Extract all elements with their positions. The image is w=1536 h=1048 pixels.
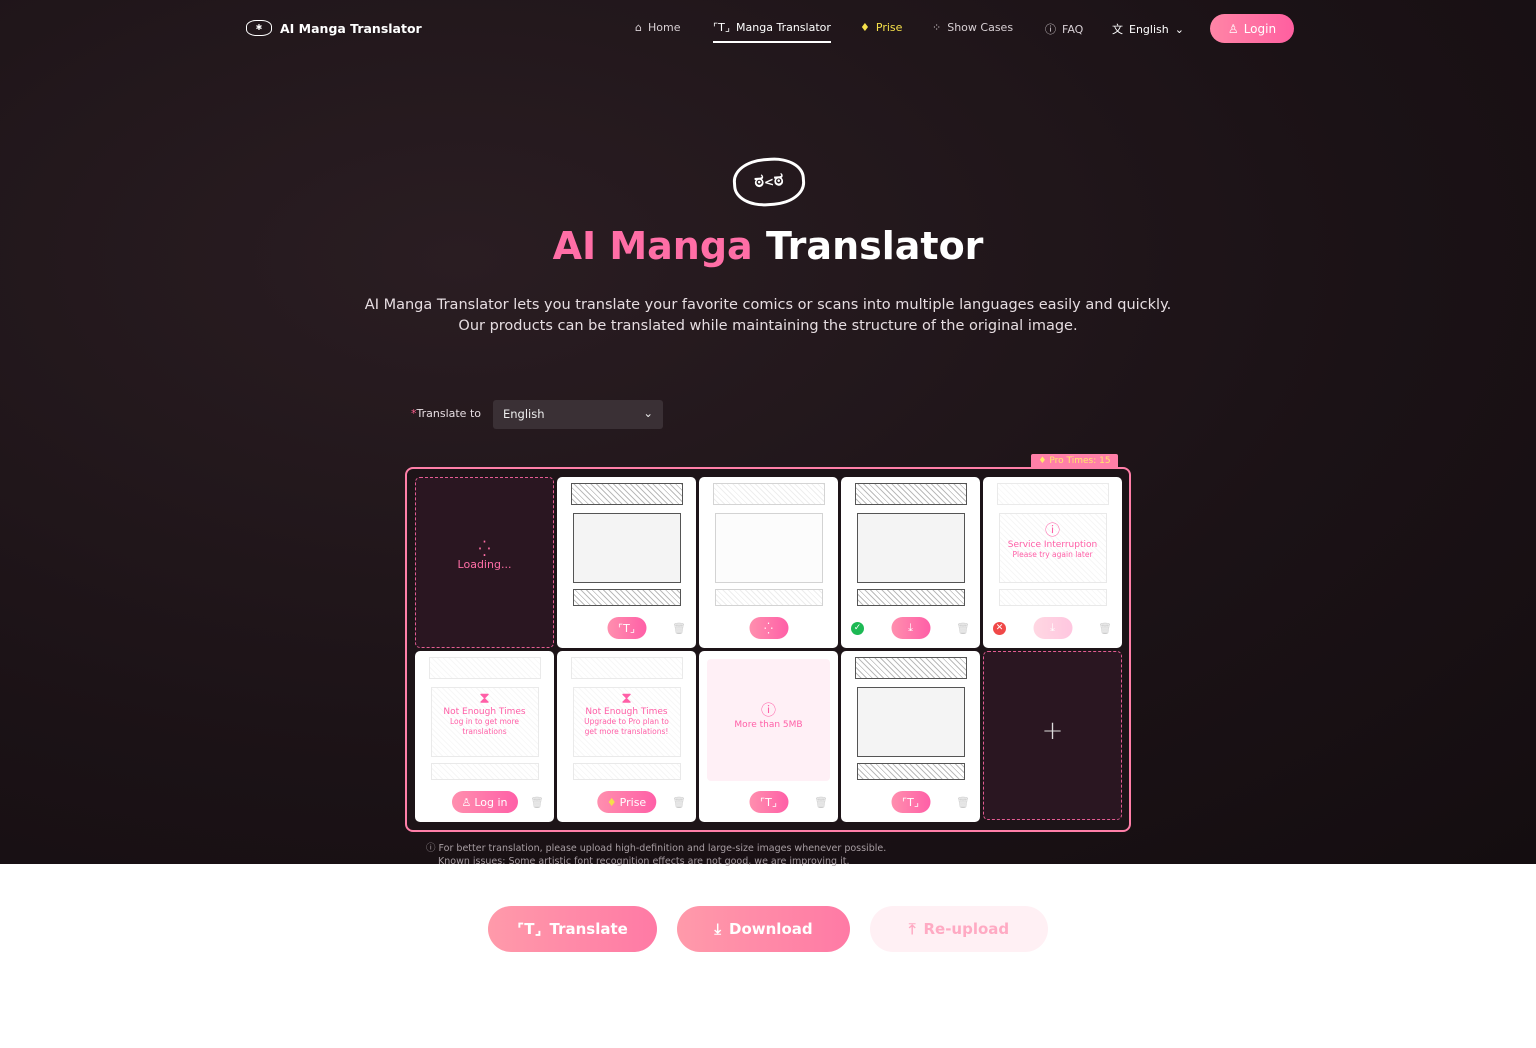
brand-logo[interactable]: ✱ AI Manga Translator xyxy=(246,20,422,36)
label: Translate xyxy=(549,920,628,938)
hourglass-icon: ⧗ xyxy=(621,689,632,707)
plus-icon: + xyxy=(1041,716,1064,746)
nav-show-cases[interactable]: ⁘ Show Cases xyxy=(932,21,1013,34)
loading-text: Loading... xyxy=(457,558,512,571)
trash-icon[interactable]: 🗑 xyxy=(814,796,828,809)
download-button[interactable]: ⤓ Download xyxy=(677,906,850,952)
alert-icon: ⓘ xyxy=(760,701,776,719)
nav-manga-translator[interactable]: ⌜T⌟ Manga Translator xyxy=(713,21,831,43)
manga-thumbnail xyxy=(855,657,967,780)
translate-scan-icon: ⌜T⌟ xyxy=(517,920,542,938)
nav-label: FAQ xyxy=(1062,22,1084,36)
warning-subtitle: Log in to get more translations xyxy=(449,717,520,736)
card-translating: ⁛ xyxy=(699,477,838,648)
trash-icon[interactable]: 🗑 xyxy=(530,796,544,809)
logo-icon: ✱ xyxy=(246,20,272,36)
trash-icon[interactable]: 🗑 xyxy=(956,796,970,809)
success-icon: ✓ xyxy=(851,622,864,635)
card-login-button[interactable]: ♙ Log in xyxy=(451,791,518,813)
download-card-button[interactable]: ⤓ xyxy=(891,617,930,639)
card-not-enough-login: ⧗ Not Enough Times Log in to get more tran… xyxy=(415,651,554,822)
card-too-large: ⓘ More than 5MB ⌜T⌟ 🗑 xyxy=(699,651,838,822)
trash-icon[interactable]: 🗑 xyxy=(672,622,686,635)
alert-icon: ⓘ xyxy=(1044,521,1060,539)
error-title: Service Interruption xyxy=(1007,540,1098,550)
nav-label: Home xyxy=(647,21,681,34)
card-not-enough-pro: ⧗ Not Enough Times Upgrade to Pro plan to … xyxy=(557,651,696,822)
translate-button[interactable]: ⌜T⌟ Translate xyxy=(488,906,657,952)
manga-thumbnail xyxy=(855,483,967,606)
diamond-icon: ♦ xyxy=(860,21,870,34)
label: Log in xyxy=(474,795,508,809)
card-ready: ⌜T⌟ 🗑 xyxy=(557,477,696,648)
user-icon: ♙ xyxy=(461,795,472,809)
card-loading: ⁛ Loading... xyxy=(415,477,554,648)
login-label: Login xyxy=(1243,21,1277,36)
warning-subtitle: Upgrade to Pro plan to get more translat… xyxy=(584,717,669,736)
language-selector[interactable]: 文 English ⌄ xyxy=(1112,21,1184,37)
home-icon: ⌂ xyxy=(635,21,642,34)
download-card-button-disabled: ⤓ xyxy=(1033,617,1072,639)
reupload-button[interactable]: ⤒ Re-upload xyxy=(870,906,1048,952)
spinner-icon: ⁛ xyxy=(478,540,491,558)
pro-times-badge: ♦ Pro Times: 15 xyxy=(1031,454,1118,468)
label: Download xyxy=(729,920,813,938)
trash-icon[interactable]: 🗑 xyxy=(1098,622,1112,635)
chevron-down-icon: ⌄ xyxy=(1174,22,1184,36)
chevron-down-icon: ⌄ xyxy=(643,406,653,420)
add-image-button[interactable]: + xyxy=(983,651,1122,820)
sparkle-icon: ⁘ xyxy=(932,21,942,34)
manga-thumbnail xyxy=(571,483,683,606)
warning-title: Not Enough Times xyxy=(443,707,526,717)
download-icon: ⤓ xyxy=(714,920,722,938)
user-icon: ♙ xyxy=(1227,21,1239,36)
upload-grid: ⁛ Loading... ⌜T⌟ 🗑 ⁛ ✓ ⤓ 🗑 ⓘ Service Interru… xyxy=(405,467,1131,832)
brand-name: AI Manga Translator xyxy=(280,20,422,36)
card-ready: ⌜T⌟ 🗑 xyxy=(841,651,980,822)
manga-thumbnail xyxy=(713,483,825,606)
language-label: English xyxy=(1129,22,1169,36)
size-warning: More than 5MB xyxy=(734,720,803,730)
card-service-error: ⓘ Service Interruption Please try again la… xyxy=(983,477,1122,648)
error-icon: ✕ xyxy=(993,622,1006,635)
language-icon: 文 xyxy=(1112,23,1123,36)
nav-label: Prise xyxy=(875,21,903,34)
info-icon: ⓘ xyxy=(426,843,436,854)
translate-card-button[interactable]: ⌜T⌟ xyxy=(607,617,646,639)
card-done: ✓ ⤓ 🗑 xyxy=(841,477,980,648)
nav-faq[interactable]: ⓘ FAQ xyxy=(1045,21,1083,37)
translating-spinner-button: ⁛ xyxy=(749,617,788,639)
login-button[interactable]: ♙ Login xyxy=(1210,14,1294,43)
translate-scan-icon: ⌜T⌟ xyxy=(713,21,731,34)
error-subtitle: Please try again later xyxy=(1012,550,1093,559)
question-icon: ⓘ xyxy=(1045,23,1056,36)
warning-title: Not Enough Times xyxy=(585,707,668,717)
translate-to-label: *Translate to xyxy=(411,407,481,420)
upload-notes: ⓘ For better translation, please upload … xyxy=(426,843,887,867)
nav-label: Manga Translator xyxy=(736,21,831,34)
diamond-icon: ♦ xyxy=(606,795,617,809)
hourglass-icon: ⧗ xyxy=(479,689,490,707)
nav-prise[interactable]: ♦ Prise xyxy=(860,21,902,34)
nav-home[interactable]: ⌂ Home xyxy=(635,21,680,34)
translate-card-button[interactable]: ⌜T⌟ xyxy=(749,791,788,813)
target-language-select[interactable]: English ⌄ xyxy=(493,400,663,429)
top-nav: ✱ AI Manga Translator ⌂ Home ⌜T⌟ Manga Tran… xyxy=(0,14,1536,44)
trash-icon[interactable]: 🗑 xyxy=(956,622,970,635)
label: Re-upload xyxy=(923,920,1010,938)
translate-card-button[interactable]: ⌜T⌟ xyxy=(891,791,930,813)
upload-icon: ⤒ xyxy=(908,920,916,938)
trash-icon[interactable]: 🗑 xyxy=(672,796,686,809)
label: Prise xyxy=(619,795,647,809)
card-prise-button[interactable]: ♦ Prise xyxy=(596,791,657,813)
page-subtitle: AI Manga Translator lets you translate y… xyxy=(364,297,1172,334)
nav-label: Show Cases xyxy=(947,21,1014,34)
page-title: AI Manga Translator xyxy=(552,224,984,268)
